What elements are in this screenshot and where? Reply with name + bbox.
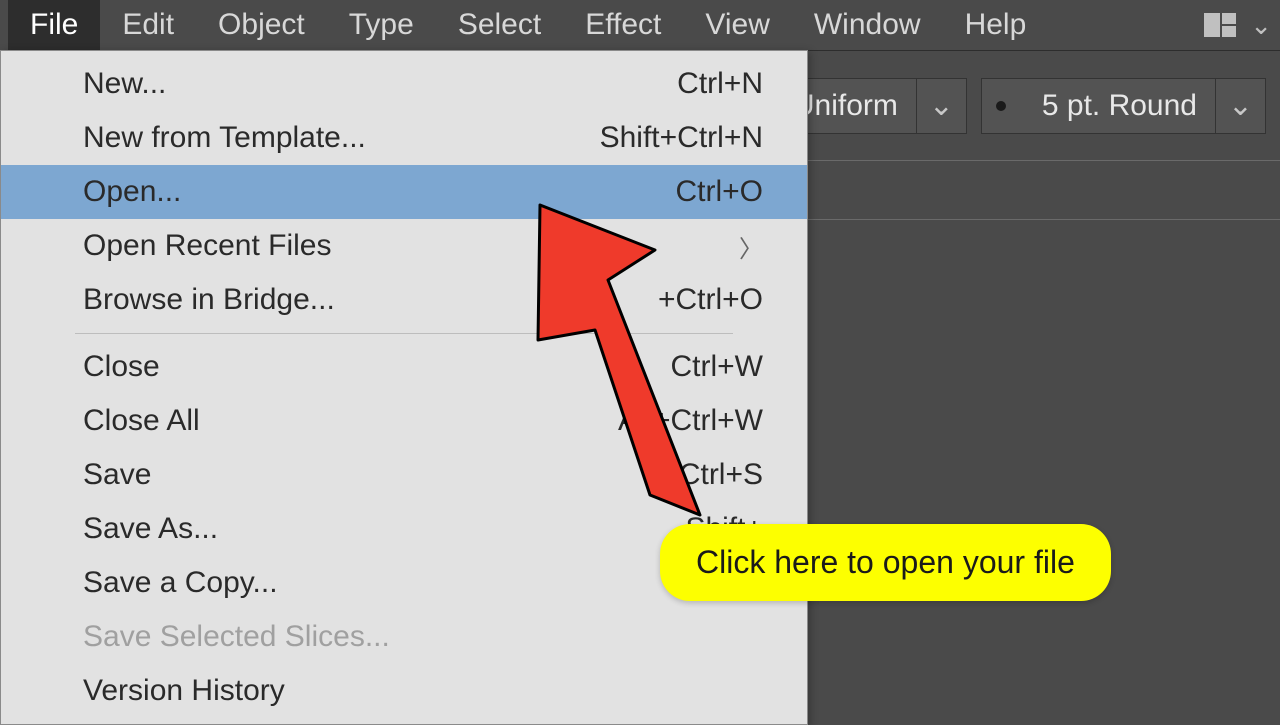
brush-label: 5 pt. Round [1024, 89, 1215, 123]
menu-item-new-template[interactable]: New from Template... Shift+Ctrl+N [1, 111, 807, 165]
menu-view[interactable]: View [683, 0, 791, 50]
menu-effect[interactable]: Effect [563, 0, 683, 50]
brush-dot-icon [996, 101, 1006, 111]
menu-object[interactable]: Object [196, 0, 327, 50]
brush-dropdown[interactable]: 5 pt. Round ⌄ [981, 78, 1266, 134]
menu-item-close-all[interactable]: Close All Alt+Ctrl+W [1, 394, 807, 448]
submenu-arrow-icon: 〉 [739, 229, 763, 264]
menubar: File Edit Object Type Select Effect View… [0, 0, 1280, 50]
menu-item-save-slices: Save Selected Slices... [1, 610, 807, 664]
menu-item-open-recent[interactable]: Open Recent Files 〉 [1, 219, 807, 273]
menu-item-browse-bridge[interactable]: Browse in Bridge... +Ctrl+O [1, 273, 807, 327]
chevron-down-icon[interactable]: ⌄ [916, 79, 966, 133]
menu-window[interactable]: Window [792, 0, 943, 50]
menu-edit[interactable]: Edit [100, 0, 196, 50]
menu-item-open[interactable]: Open... Ctrl+O [1, 165, 807, 219]
menu-item-save[interactable]: Save Ctrl+S [1, 448, 807, 502]
file-menu-dropdown: New... Ctrl+N New from Template... Shift… [0, 50, 808, 725]
menu-file[interactable]: File [8, 0, 100, 50]
chevron-down-icon[interactable]: ⌄ [1250, 10, 1272, 41]
menu-select[interactable]: Select [436, 0, 563, 50]
workspace-switcher-icon[interactable] [1204, 13, 1236, 37]
menu-separator [75, 333, 733, 334]
menu-type[interactable]: Type [327, 0, 436, 50]
menu-item-close[interactable]: Close Ctrl+W [1, 340, 807, 394]
instruction-tooltip: Click here to open your file [660, 524, 1111, 601]
menu-item-version-history[interactable]: Version History [1, 664, 807, 718]
menu-item-new[interactable]: New... Ctrl+N [1, 57, 807, 111]
menu-help[interactable]: Help [943, 0, 1049, 50]
chevron-down-icon[interactable]: ⌄ [1215, 79, 1265, 133]
